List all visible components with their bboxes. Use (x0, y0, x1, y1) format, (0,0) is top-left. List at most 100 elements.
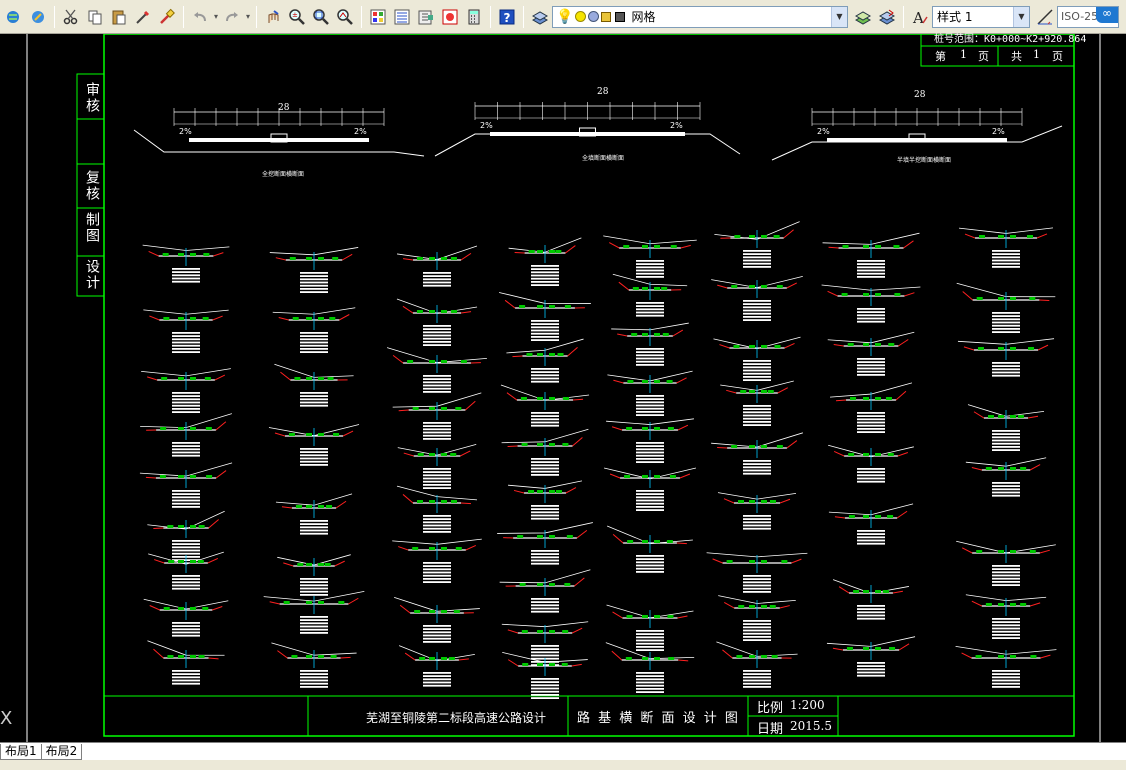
data-text-line (300, 679, 328, 682)
marker (666, 380, 673, 383)
chevron-down-icon[interactable]: ▼ (831, 6, 847, 27)
marker (998, 235, 1004, 238)
data-text-line (743, 303, 771, 305)
help-icon[interactable]: ? (496, 6, 518, 28)
marker (562, 630, 569, 633)
redo-icon[interactable] (221, 6, 243, 28)
marker (771, 655, 778, 658)
marker (998, 415, 1004, 418)
marker (863, 343, 869, 346)
data-text-line (743, 300, 771, 302)
tool-palettes-icon[interactable] (415, 6, 437, 28)
marker (875, 343, 881, 346)
marker (178, 607, 184, 610)
marker (326, 505, 333, 508)
data-text-line (636, 561, 664, 564)
project-title: 芜湖至铜陵第二标段高速公路设计 (366, 711, 547, 725)
marker (642, 540, 648, 543)
data-text-line (423, 431, 451, 434)
pan-icon[interactable] (262, 6, 284, 28)
layer-properties-icon[interactable] (529, 6, 551, 28)
marker (761, 605, 767, 608)
marker (625, 657, 632, 660)
text-style-icon[interactable]: A (909, 6, 931, 28)
data-text-line (423, 474, 451, 477)
marker (178, 317, 184, 320)
data-text-line (743, 460, 771, 462)
redo-dropdown-icon[interactable]: ▾ (244, 12, 252, 21)
marker (190, 607, 196, 610)
tab-layout2[interactable]: 布局2 (40, 744, 83, 760)
marker (450, 257, 457, 260)
data-text-line (300, 622, 328, 625)
data-text-line (172, 496, 200, 499)
dimension-style-combo[interactable]: ISO-25 ∞ (1057, 5, 1119, 28)
brush-icon[interactable] (156, 6, 178, 28)
layer-previous-icon[interactable] (876, 6, 898, 28)
data-text-line (300, 523, 328, 525)
marker (726, 560, 733, 563)
match-properties-icon[interactable] (132, 6, 154, 28)
layer-name: 网格 (631, 10, 656, 24)
data-text-line (531, 274, 559, 277)
data-text-line (857, 668, 885, 671)
chevron-down-icon[interactable]: ▼ (1013, 6, 1029, 27)
data-text-line (300, 281, 328, 284)
data-text-line (743, 575, 771, 577)
marker (330, 655, 337, 658)
pavement-bar (914, 138, 1007, 142)
layer-control-combo[interactable]: 💡 网格 ▼ (552, 5, 848, 28)
marker (761, 345, 767, 348)
tab-layout1[interactable]: 布局1 (0, 744, 42, 760)
dimension-style-icon[interactable] (1034, 6, 1056, 28)
make-layer-current-icon[interactable] (852, 6, 874, 28)
calculator-icon[interactable] (463, 6, 485, 28)
design-center-icon[interactable] (391, 6, 413, 28)
data-text-line (992, 584, 1020, 586)
data-text-line (531, 694, 559, 696)
undo-icon[interactable] (189, 6, 211, 28)
copy-icon[interactable] (84, 6, 106, 28)
data-text-line (172, 332, 200, 334)
marker (453, 610, 460, 613)
data-text-line (992, 491, 1020, 494)
data-text-line (857, 311, 885, 313)
zoom-window-icon[interactable] (310, 6, 332, 28)
zoom-previous-icon[interactable] (334, 6, 356, 28)
data-text-line (636, 314, 664, 317)
marker (318, 505, 324, 508)
marker (412, 547, 419, 550)
data-text-line (636, 401, 664, 404)
data-text-line (423, 681, 451, 684)
marker (297, 563, 304, 566)
pavement-bar (587, 132, 685, 136)
globe-icon[interactable] (3, 6, 25, 28)
zoom-realtime-icon[interactable]: ± (286, 6, 308, 28)
publish-icon[interactable] (27, 6, 49, 28)
data-text-line (636, 646, 664, 648)
data-text-line (743, 521, 771, 524)
data-text-line (172, 411, 200, 413)
marker (863, 293, 869, 296)
pavement-bar (827, 138, 920, 142)
marker (190, 525, 196, 528)
data-text-line (531, 415, 559, 417)
marker (976, 297, 983, 300)
marker (324, 563, 331, 566)
data-text-line (743, 405, 771, 407)
sheet-set-icon[interactable] (439, 6, 461, 28)
data-text-line (857, 611, 885, 614)
undo-dropdown-icon[interactable]: ▾ (212, 12, 220, 21)
data-text-line (531, 377, 559, 380)
infinity-icon[interactable]: ∞ (1096, 6, 1118, 23)
marker (893, 245, 900, 248)
data-text-line (423, 387, 451, 390)
drawing-canvas[interactable]: 2% 2% 2% 2% 2% 2% 桩号范围：K0+000~K2+920.864 第 1 … (0, 34, 1126, 742)
paste-icon[interactable] (108, 6, 130, 28)
data-text-line (423, 678, 451, 681)
data-text-line (531, 271, 559, 274)
cut-icon[interactable] (60, 6, 82, 28)
marker (318, 601, 324, 604)
properties-icon[interactable] (367, 6, 389, 28)
text-style-combo[interactable]: 样式 1 ▼ (932, 5, 1030, 28)
